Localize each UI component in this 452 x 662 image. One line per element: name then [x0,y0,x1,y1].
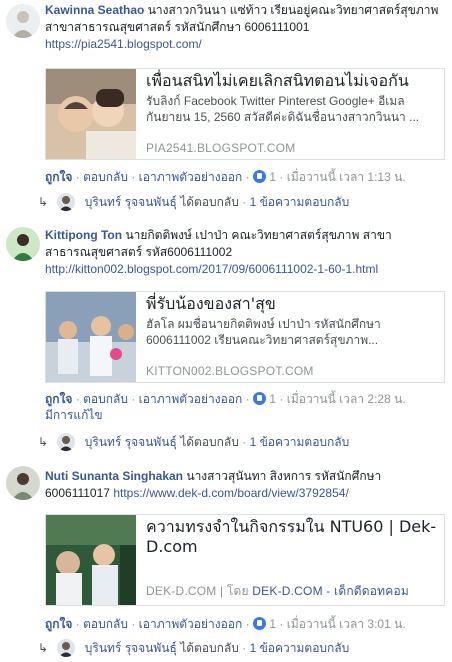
reply-count[interactable]: 1 ข้อความตอบกลับ [250,195,350,209]
reply-count[interactable]: 1 ข้อความตอบกลับ [250,641,350,655]
reply-avatar[interactable] [57,639,76,657]
preview-title: พี่รับน้องของสา'สุข [146,294,276,313]
like-count[interactable]: 1 [269,170,276,184]
like-count[interactable]: 1 [269,617,276,631]
preview-site: DEK-D.COM | โดย DEK-D.COM - เด็กดีดอทคอม [146,584,410,598]
remove-preview-button[interactable]: เอาภาพตัวอย่างออก [139,170,243,184]
reply-action-text: ได้ตอบกลับ [180,641,239,655]
preview-site: PIA2541.BLOGSPOT.COM [146,141,296,155]
like-button[interactable]: ถูกใจ [45,170,72,184]
reply-action-text: ได้ตอบกลับ [180,195,239,209]
preview-byline: โดย [226,584,249,598]
comment-link[interactable]: https://www.dek-d.com/board/view/3792854… [113,486,348,500]
preview-thumbnail [46,69,136,159]
reply-button[interactable]: ตอบกลับ [83,617,128,631]
timestamp[interactable]: เมื่อวานนี้ เวลา 1:13 น. [287,170,406,184]
like-button[interactable]: ถูกใจ [45,392,72,406]
preview-description: รับลิงก์ Facebook Twitter Pinterest Goog… [146,94,405,108]
preview-title: เพื่อนสนิทไม่เคยเลิกสนิทตอนไม่เจอกัน [146,71,409,90]
preview-site-domain: DEK-D.COM [146,584,217,598]
reply-author[interactable]: บุรินทร์ รุจจนพันธุ์ [85,641,177,655]
timestamp[interactable]: เมื่อวานนี้ เวลา 3:01 น. [287,617,406,631]
like-icon [253,392,266,405]
reply-count[interactable]: 1 ข้อความตอบกลับ [250,435,350,449]
preview-title: ความทรงจำในกิจกรรมใน NTU60 | Dek-D.com [146,517,437,556]
comment-link[interactable]: https://pia2541.blogspot.com/ [45,37,202,51]
link-preview-card[interactable]: เพื่อนสนิทไม่เคยเลิกสนิทตอนไม่เจอกัน รับ… [45,68,445,160]
comment-author[interactable]: Kawinna Seathao [45,3,144,17]
reply-arrow-icon: ↳ [38,195,49,209]
preview-site-name[interactable]: DEK-D.COM - เด็กดีดอทคอม [252,584,409,598]
avatar[interactable] [6,227,40,261]
reply-arrow-icon: ↳ [38,435,49,449]
edited-label[interactable]: มีการแก้ไข [45,408,103,422]
reply-button[interactable]: ตอบกลับ [83,392,128,406]
comment-author[interactable]: Kittipong Ton [45,228,122,242]
preview-description: ฮัลโล ผมชื่อนายกิตติพงษ์ เปาป่า รหัสนักศ… [146,317,381,331]
preview-description-2: กันยายน 15, 2560 สวัสดีค่ะดิฉันชื่อนางสา… [146,110,420,124]
reply-button[interactable]: ตอบกลับ [83,170,128,184]
remove-preview-button[interactable]: เอาภาพตัวอย่างออก [139,392,243,406]
avatar[interactable] [6,4,40,38]
like-button[interactable]: ถูกใจ [45,617,72,631]
remove-preview-button[interactable]: เอาภาพตัวอย่างออก [139,617,243,631]
reply-avatar[interactable] [57,433,76,451]
reply-arrow-icon: ↳ [38,641,49,655]
comment-author[interactable]: Nuti Sunanta Singhakan [45,469,183,483]
link-preview-card[interactable]: ความทรงจำในกิจกรรมใน NTU60 | Dek-D.com D… [45,514,445,606]
reply-avatar[interactable] [57,193,76,211]
preview-thumbnail [46,292,136,382]
comment-link[interactable]: http://kitton002.blogspot.com/2017/09/60… [45,262,378,276]
reply-action-text: ได้ตอบกลับ [180,435,239,449]
preview-description-2: 6006111002 เรียนคณะวิทยาศาสตร์สุขภาพ... [146,333,379,347]
like-icon [253,617,266,630]
reply-author[interactable]: บุรินทร์ รุจจนพันธุ์ [85,435,177,449]
preview-thumbnail [46,515,136,605]
like-icon [253,170,266,183]
timestamp[interactable]: เมื่อวานนี้ เวลา 2:28 น. [287,392,406,406]
avatar[interactable] [6,466,40,500]
preview-site: KITTON002.BLOGSPOT.COM [146,364,314,378]
link-preview-card[interactable]: พี่รับน้องของสา'สุข ฮัลโล ผมชื่อนายกิตติ… [45,291,445,383]
reply-author[interactable]: บุรินทร์ รุจจนพันธุ์ [85,195,177,209]
like-count[interactable]: 1 [269,392,276,406]
